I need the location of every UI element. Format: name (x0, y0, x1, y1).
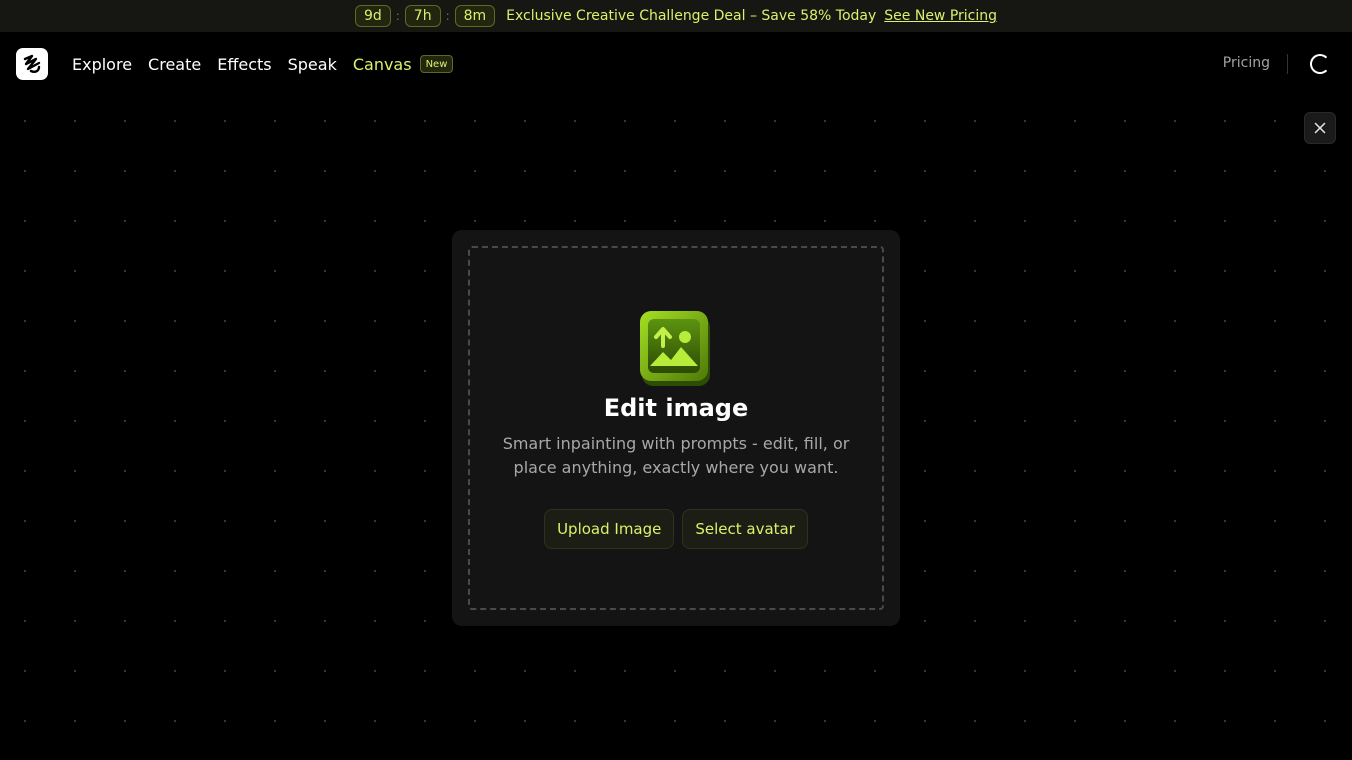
timer-minutes: 8m (454, 5, 496, 27)
nav-item-effects[interactable]: Effects (217, 55, 271, 74)
see-new-pricing-link[interactable]: See New Pricing (884, 8, 997, 24)
close-button[interactable] (1304, 112, 1336, 144)
top-nav: Explore Create Effects Speak Canvas New … (0, 32, 1352, 96)
new-badge: New (419, 55, 454, 73)
nav-item-explore[interactable]: Explore (72, 55, 132, 74)
close-icon (1314, 122, 1326, 134)
pricing-link[interactable]: Pricing (1223, 55, 1270, 71)
nav-divider (1287, 54, 1288, 74)
timer-separator: : (445, 9, 450, 23)
nav-item-speak[interactable]: Speak (288, 55, 337, 74)
spinner-icon (1310, 54, 1330, 74)
nav-links: Explore Create Effects Speak Canvas New (72, 32, 454, 96)
modal-title: Edit image (603, 394, 749, 422)
timer-hours: 7h (404, 5, 441, 27)
modal-description: Smart inpainting with prompts - edit, fi… (502, 434, 850, 477)
nav-item-canvas[interactable]: Canvas (353, 55, 412, 74)
image-dropzone[interactable]: Edit image Smart inpainting with prompts… (468, 246, 884, 610)
promo-banner: 9d : 7h : 8m Exclusive Creative Challeng… (0, 0, 1352, 32)
promo-text: Exclusive Creative Challenge Deal – Save… (506, 8, 877, 24)
timer-separator: : (395, 9, 400, 23)
modal-actions: Upload Image Select avatar (544, 509, 808, 549)
image-upload-icon (640, 311, 710, 386)
brand-logo-icon[interactable] (16, 48, 48, 80)
edit-image-card: Edit image Smart inpainting with prompts… (452, 230, 900, 626)
select-avatar-button[interactable]: Select avatar (682, 509, 808, 549)
nav-item-create[interactable]: Create (148, 55, 201, 74)
upload-image-button[interactable]: Upload Image (544, 509, 675, 549)
timer-days: 9d (354, 5, 391, 27)
